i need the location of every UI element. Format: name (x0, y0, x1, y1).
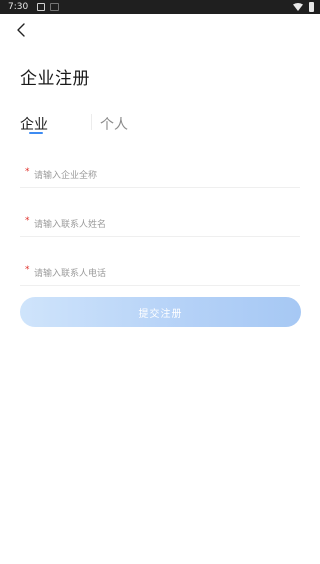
tab-divider (91, 114, 92, 130)
battery-icon (309, 2, 314, 12)
contact-name-field[interactable]: * (20, 215, 300, 237)
status-time: 7:30 (8, 2, 29, 12)
status-bar: 7:30 (0, 0, 320, 14)
tab-active-indicator (29, 132, 43, 134)
required-mark: * (25, 167, 30, 177)
submit-register-button[interactable]: 提交注册 (20, 297, 301, 327)
required-mark: * (25, 265, 30, 275)
notification-icon (37, 3, 45, 11)
contact-phone-input[interactable] (34, 264, 284, 284)
tab-personal[interactable]: 个人 (100, 114, 128, 134)
wifi-icon (293, 3, 303, 11)
chevron-left-icon (16, 23, 25, 37)
company-name-input[interactable] (34, 166, 284, 186)
notification-icon-secondary (50, 3, 59, 11)
contact-name-input[interactable] (34, 215, 284, 235)
company-name-field[interactable]: * (20, 166, 300, 188)
contact-phone-field[interactable]: * (20, 264, 300, 286)
tab-enterprise[interactable]: 企业 (20, 114, 48, 134)
required-mark: * (25, 216, 30, 226)
back-button[interactable] (10, 21, 32, 39)
page-title: 企业注册 (20, 69, 90, 89)
